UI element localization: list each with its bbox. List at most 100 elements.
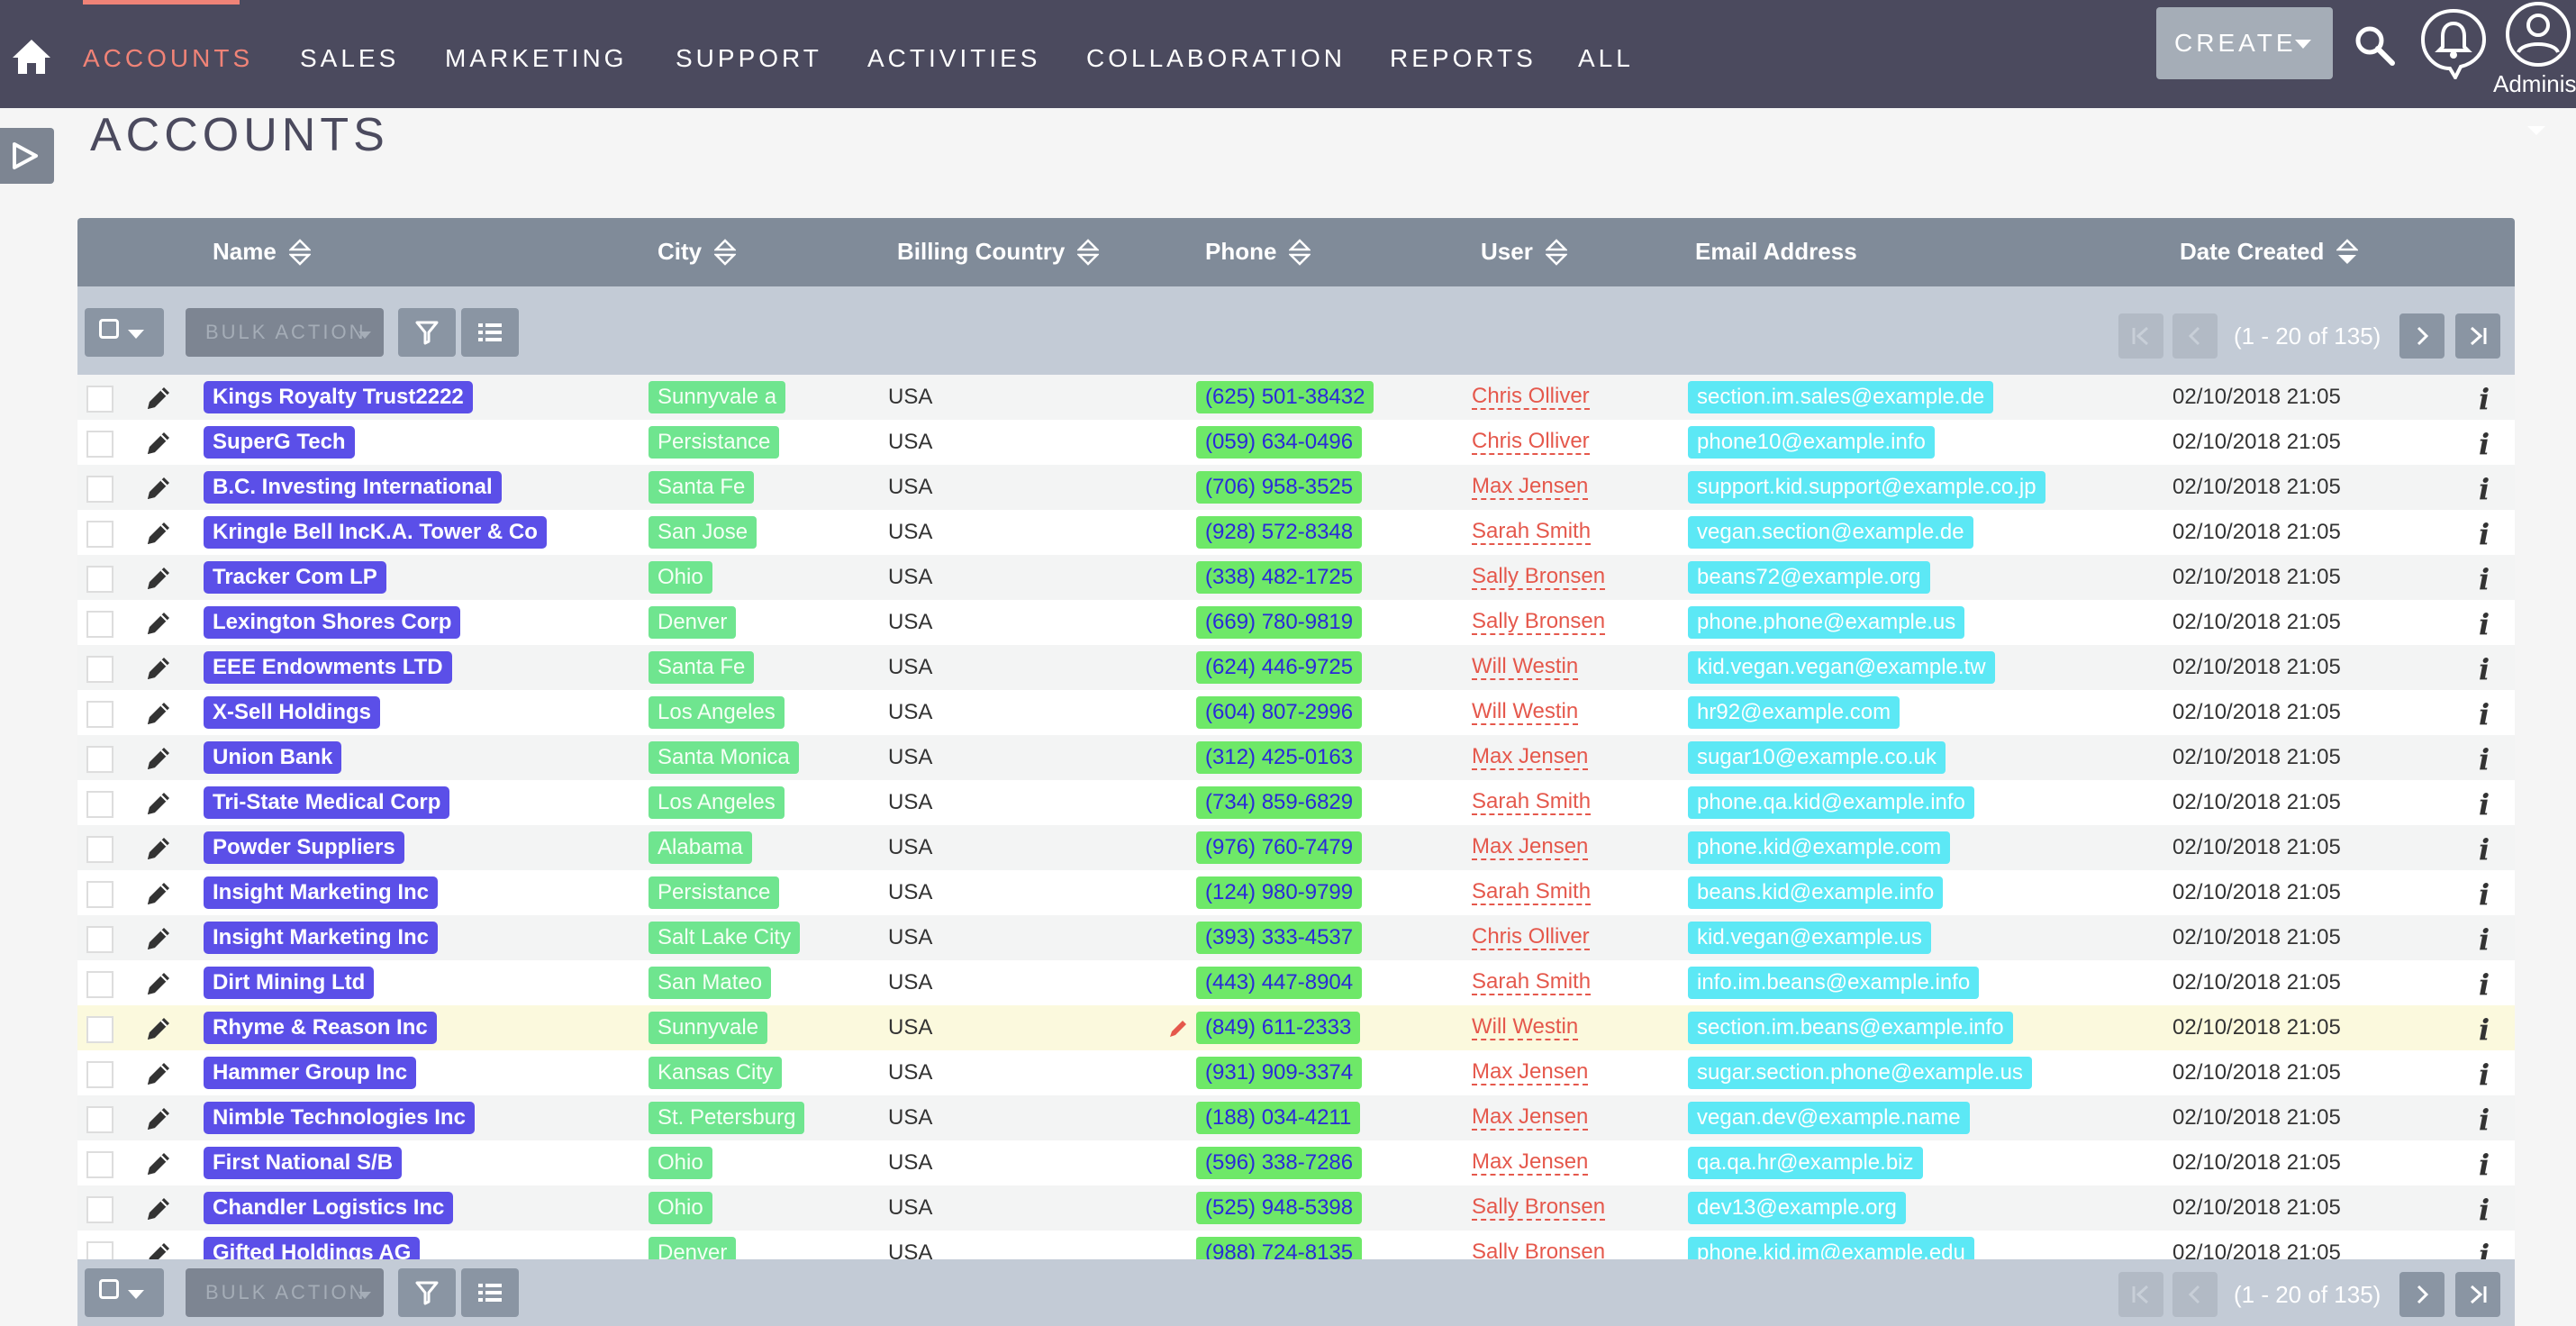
assigned-user-link[interactable]: Sarah Smith [1472, 520, 1592, 545]
column-header-user[interactable]: User [1481, 238, 1567, 266]
assigned-user-link[interactable]: Max Jensen [1472, 835, 1589, 860]
account-name-link[interactable]: Kringle Bell IncK.A. Tower & Co [204, 516, 547, 549]
email-link[interactable]: hr92@example.com [1688, 696, 1900, 729]
row-checkbox[interactable] [86, 1196, 113, 1223]
nav-support[interactable]: SUPPORT [676, 41, 822, 77]
email-link[interactable]: kid.vegan.vegan@example.tw [1688, 651, 1995, 684]
bulk-action-button[interactable]: BULK ACTION [186, 308, 384, 357]
nav-reports[interactable]: REPORTS [1390, 41, 1537, 77]
assigned-user-link[interactable]: Sarah Smith [1472, 790, 1592, 815]
account-name-link[interactable]: Tracker Com LP [204, 561, 386, 594]
info-icon[interactable]: i [2479, 562, 2502, 596]
sort-descending-icon[interactable] [2336, 238, 2359, 266]
create-button[interactable]: CREATE [2156, 7, 2333, 79]
info-icon[interactable]: i [2479, 1103, 2502, 1137]
pencil-icon[interactable] [144, 429, 173, 458]
row-checkbox[interactable] [86, 926, 113, 953]
account-name-link[interactable]: Dirt Mining Ltd [204, 967, 375, 999]
row-checkbox[interactable] [86, 836, 113, 863]
phone-link[interactable]: (931) 909-3374 [1196, 1057, 1363, 1089]
email-link[interactable]: support.kid.support@example.co.jp [1688, 471, 2045, 504]
phone-link[interactable]: (976) 760-7479 [1196, 831, 1363, 864]
pencil-icon[interactable] [144, 879, 173, 908]
nav-accounts[interactable]: ACCOUNTS [83, 41, 253, 77]
row-checkbox[interactable] [86, 1016, 113, 1043]
row-checkbox[interactable] [86, 746, 113, 773]
pencil-icon[interactable] [144, 609, 173, 638]
assigned-user-link[interactable]: Max Jensen [1472, 1150, 1589, 1176]
bulk-action-button[interactable]: BULK ACTION [186, 1268, 384, 1317]
info-icon[interactable]: i [2479, 472, 2502, 506]
phone-link[interactable]: (604) 807-2996 [1196, 696, 1363, 729]
info-icon[interactable]: i [2479, 787, 2502, 822]
phone-link[interactable]: (624) 446-9725 [1196, 651, 1363, 684]
email-link[interactable]: sugar.section.phone@example.us [1688, 1057, 2032, 1089]
pencil-icon[interactable] [144, 924, 173, 953]
row-checkbox[interactable] [86, 1061, 113, 1088]
column-header-city[interactable]: City [658, 238, 737, 266]
pencil-icon[interactable] [144, 654, 173, 683]
user-menu-label[interactable]: Adminis [2493, 70, 2576, 98]
email-link[interactable]: dev13@example.org [1688, 1192, 1906, 1224]
info-icon[interactable]: i [2479, 517, 2502, 551]
nav-marketing[interactable]: MARKETING [445, 41, 627, 77]
phone-link[interactable]: (525) 948-5398 [1196, 1192, 1363, 1224]
assigned-user-link[interactable]: Sally Bronsen [1472, 565, 1606, 590]
phone-link[interactable]: (669) 780-9819 [1196, 606, 1363, 639]
email-link[interactable]: phone.kid@example.com [1688, 831, 1951, 864]
account-name-link[interactable]: Hammer Group Inc [204, 1057, 417, 1089]
account-name-link[interactable]: Kings Royalty Trust2222 [204, 381, 473, 413]
account-name-link[interactable]: Insight Marketing Inc [204, 876, 439, 909]
phone-link[interactable]: (188) 034-4211 [1196, 1102, 1361, 1134]
phone-link[interactable]: (734) 859-6829 [1196, 786, 1363, 819]
row-checkbox[interactable] [86, 1151, 113, 1178]
nav-all[interactable]: ALL [1578, 41, 1634, 77]
info-icon[interactable]: i [2479, 742, 2502, 777]
phone-link[interactable]: (059) 634-0496 [1196, 426, 1363, 459]
info-icon[interactable]: i [2479, 652, 2502, 686]
email-link[interactable]: qa.qa.hr@example.biz [1688, 1147, 1923, 1179]
pencil-icon[interactable] [144, 384, 173, 413]
pencil-icon[interactable] [144, 1014, 173, 1043]
email-link[interactable]: kid.vegan@example.us [1688, 922, 1931, 954]
row-checkbox[interactable] [86, 431, 113, 458]
assigned-user-link[interactable]: Sarah Smith [1472, 970, 1592, 995]
pencil-icon[interactable] [144, 789, 173, 818]
email-link[interactable]: phone.qa.kid@example.info [1688, 786, 1974, 819]
info-icon[interactable]: i [2479, 1193, 2502, 1227]
user-avatar-icon[interactable] [2504, 0, 2572, 68]
account-name-link[interactable]: Rhyme & Reason Inc [204, 1012, 437, 1044]
row-checkbox[interactable] [86, 701, 113, 728]
info-icon[interactable]: i [2479, 832, 2502, 867]
phone-link[interactable]: (338) 482-1725 [1196, 561, 1363, 594]
email-link[interactable]: beans.kid@example.info [1688, 876, 1944, 909]
assigned-user-link[interactable]: Sally Bronsen [1472, 610, 1606, 635]
assigned-user-link[interactable]: Will Westin [1472, 655, 1579, 680]
pencil-icon[interactable] [144, 1104, 173, 1133]
sort-icon[interactable] [1289, 238, 1311, 266]
email-link[interactable]: phone.phone@example.us [1688, 606, 1965, 639]
info-icon[interactable]: i [2479, 382, 2502, 416]
sort-icon[interactable] [1545, 238, 1567, 266]
account-name-link[interactable]: Tri-State Medical Corp [204, 786, 450, 819]
column-chooser-button[interactable] [461, 1268, 519, 1317]
info-icon[interactable]: i [2479, 1058, 2502, 1092]
row-checkbox[interactable] [86, 611, 113, 638]
row-checkbox[interactable] [86, 971, 113, 998]
phone-link[interactable]: (928) 572-8348 [1196, 516, 1363, 549]
phone-link[interactable]: (443) 447-8904 [1196, 967, 1363, 999]
phone-link[interactable]: (124) 980-9799 [1196, 876, 1363, 909]
info-icon[interactable]: i [2479, 877, 2502, 912]
account-name-link[interactable]: B.C. Investing International [204, 471, 502, 504]
email-link[interactable]: info.im.beans@example.info [1688, 967, 1980, 999]
sidebar-toggle-button[interactable] [0, 128, 54, 184]
last-page-button[interactable] [2455, 1272, 2500, 1317]
column-header-date-created[interactable]: Date Created [2180, 238, 2359, 266]
info-icon[interactable]: i [2479, 607, 2502, 641]
email-link[interactable]: vegan.section@example.de [1688, 516, 1973, 549]
assigned-user-link[interactable]: Chris Olliver [1472, 430, 1590, 455]
sort-icon[interactable] [288, 238, 311, 266]
inline-edit-pencil-icon[interactable] [1167, 1018, 1189, 1040]
pencil-icon[interactable] [144, 564, 173, 593]
account-name-link[interactable]: SuperG Tech [204, 426, 355, 459]
